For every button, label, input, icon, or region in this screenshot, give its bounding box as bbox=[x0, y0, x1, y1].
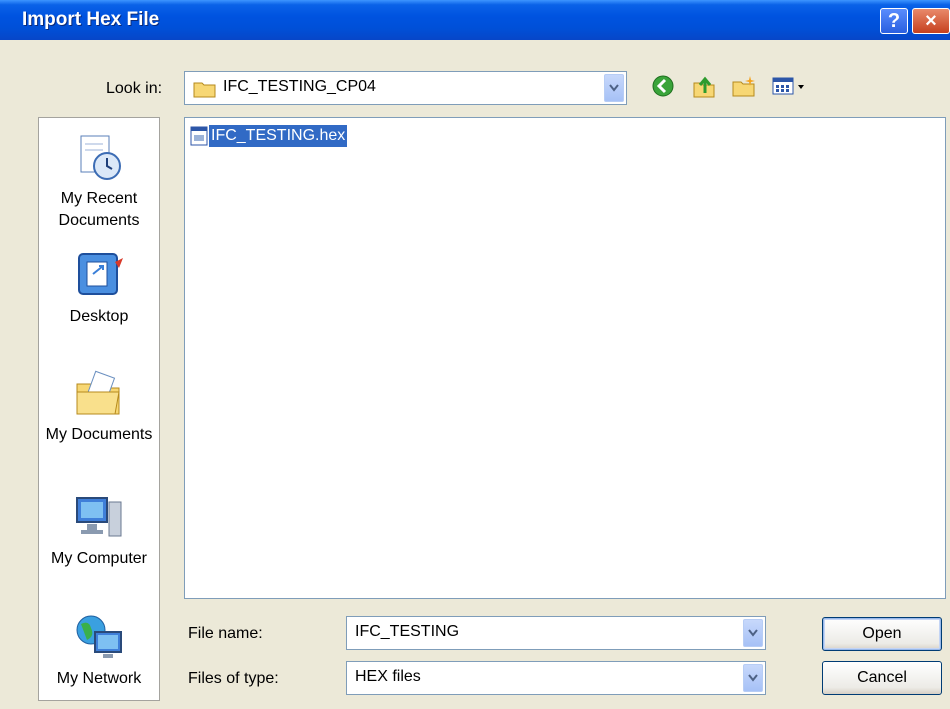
look-in-label: Look in: bbox=[106, 80, 163, 97]
look-in-value: IFC_TESTING_CP04 bbox=[223, 78, 376, 95]
desktop-icon bbox=[78, 253, 123, 295]
up-folder-icon[interactable] bbox=[692, 75, 716, 99]
close-icon: × bbox=[925, 10, 937, 32]
window-title: Import Hex File bbox=[22, 9, 160, 30]
chevron-down-icon[interactable] bbox=[604, 74, 624, 102]
place-label: My Documents bbox=[45, 426, 153, 443]
place-label: My Recent bbox=[60, 190, 138, 207]
hex-file-icon bbox=[190, 126, 208, 146]
place-desktop[interactable]: Desktop bbox=[39, 250, 159, 328]
folder-icon bbox=[193, 82, 216, 98]
list-item[interactable]: IFC_TESTING.hex bbox=[189, 124, 348, 148]
look-in-dropdown[interactable]: IFC_TESTING_CP04 bbox=[184, 71, 627, 105]
places-bar: My Recent Documents Desktop My Documents… bbox=[38, 117, 160, 701]
my-network-icon bbox=[76, 615, 122, 658]
chevron-down-icon[interactable] bbox=[743, 619, 763, 647]
place-my-computer[interactable]: My Computer bbox=[39, 492, 159, 570]
file-type-dropdown[interactable]: HEX files bbox=[346, 661, 766, 695]
file-type-label: Files of type: bbox=[188, 670, 279, 687]
back-icon[interactable] bbox=[652, 75, 674, 97]
view-menu-icon[interactable] bbox=[772, 75, 808, 97]
file-name-text: IFC_TESTING.hex bbox=[209, 125, 348, 147]
file-list[interactable]: IFC_TESTING.hex bbox=[184, 117, 946, 599]
open-button[interactable]: Open bbox=[822, 617, 942, 651]
file-name-field[interactable]: IFC_TESTING bbox=[346, 616, 766, 650]
place-label-line2: Documents bbox=[58, 212, 140, 229]
title-bar[interactable]: Import Hex File ? × bbox=[0, 0, 950, 40]
new-folder-icon[interactable] bbox=[732, 75, 756, 97]
place-my-network[interactable]: My Network bbox=[39, 612, 159, 690]
place-my-documents[interactable]: My Documents bbox=[39, 368, 159, 446]
my-computer-icon bbox=[76, 497, 122, 537]
file-type-value: HEX files bbox=[355, 668, 421, 685]
help-button[interactable]: ? bbox=[880, 8, 908, 34]
recent-documents-icon bbox=[80, 135, 121, 180]
place-label: My Computer bbox=[50, 550, 148, 567]
place-my-recent-documents[interactable]: My Recent Documents bbox=[39, 132, 159, 232]
cancel-button[interactable]: Cancel bbox=[822, 661, 942, 695]
file-name-value: IFC_TESTING bbox=[355, 623, 460, 640]
close-button[interactable]: × bbox=[912, 8, 950, 34]
chevron-down-icon[interactable] bbox=[743, 664, 763, 692]
place-label: My Network bbox=[56, 670, 142, 687]
help-icon: ? bbox=[887, 10, 901, 32]
place-label: Desktop bbox=[69, 308, 129, 325]
my-documents-icon bbox=[76, 370, 120, 415]
file-name-label: File name: bbox=[188, 625, 263, 642]
